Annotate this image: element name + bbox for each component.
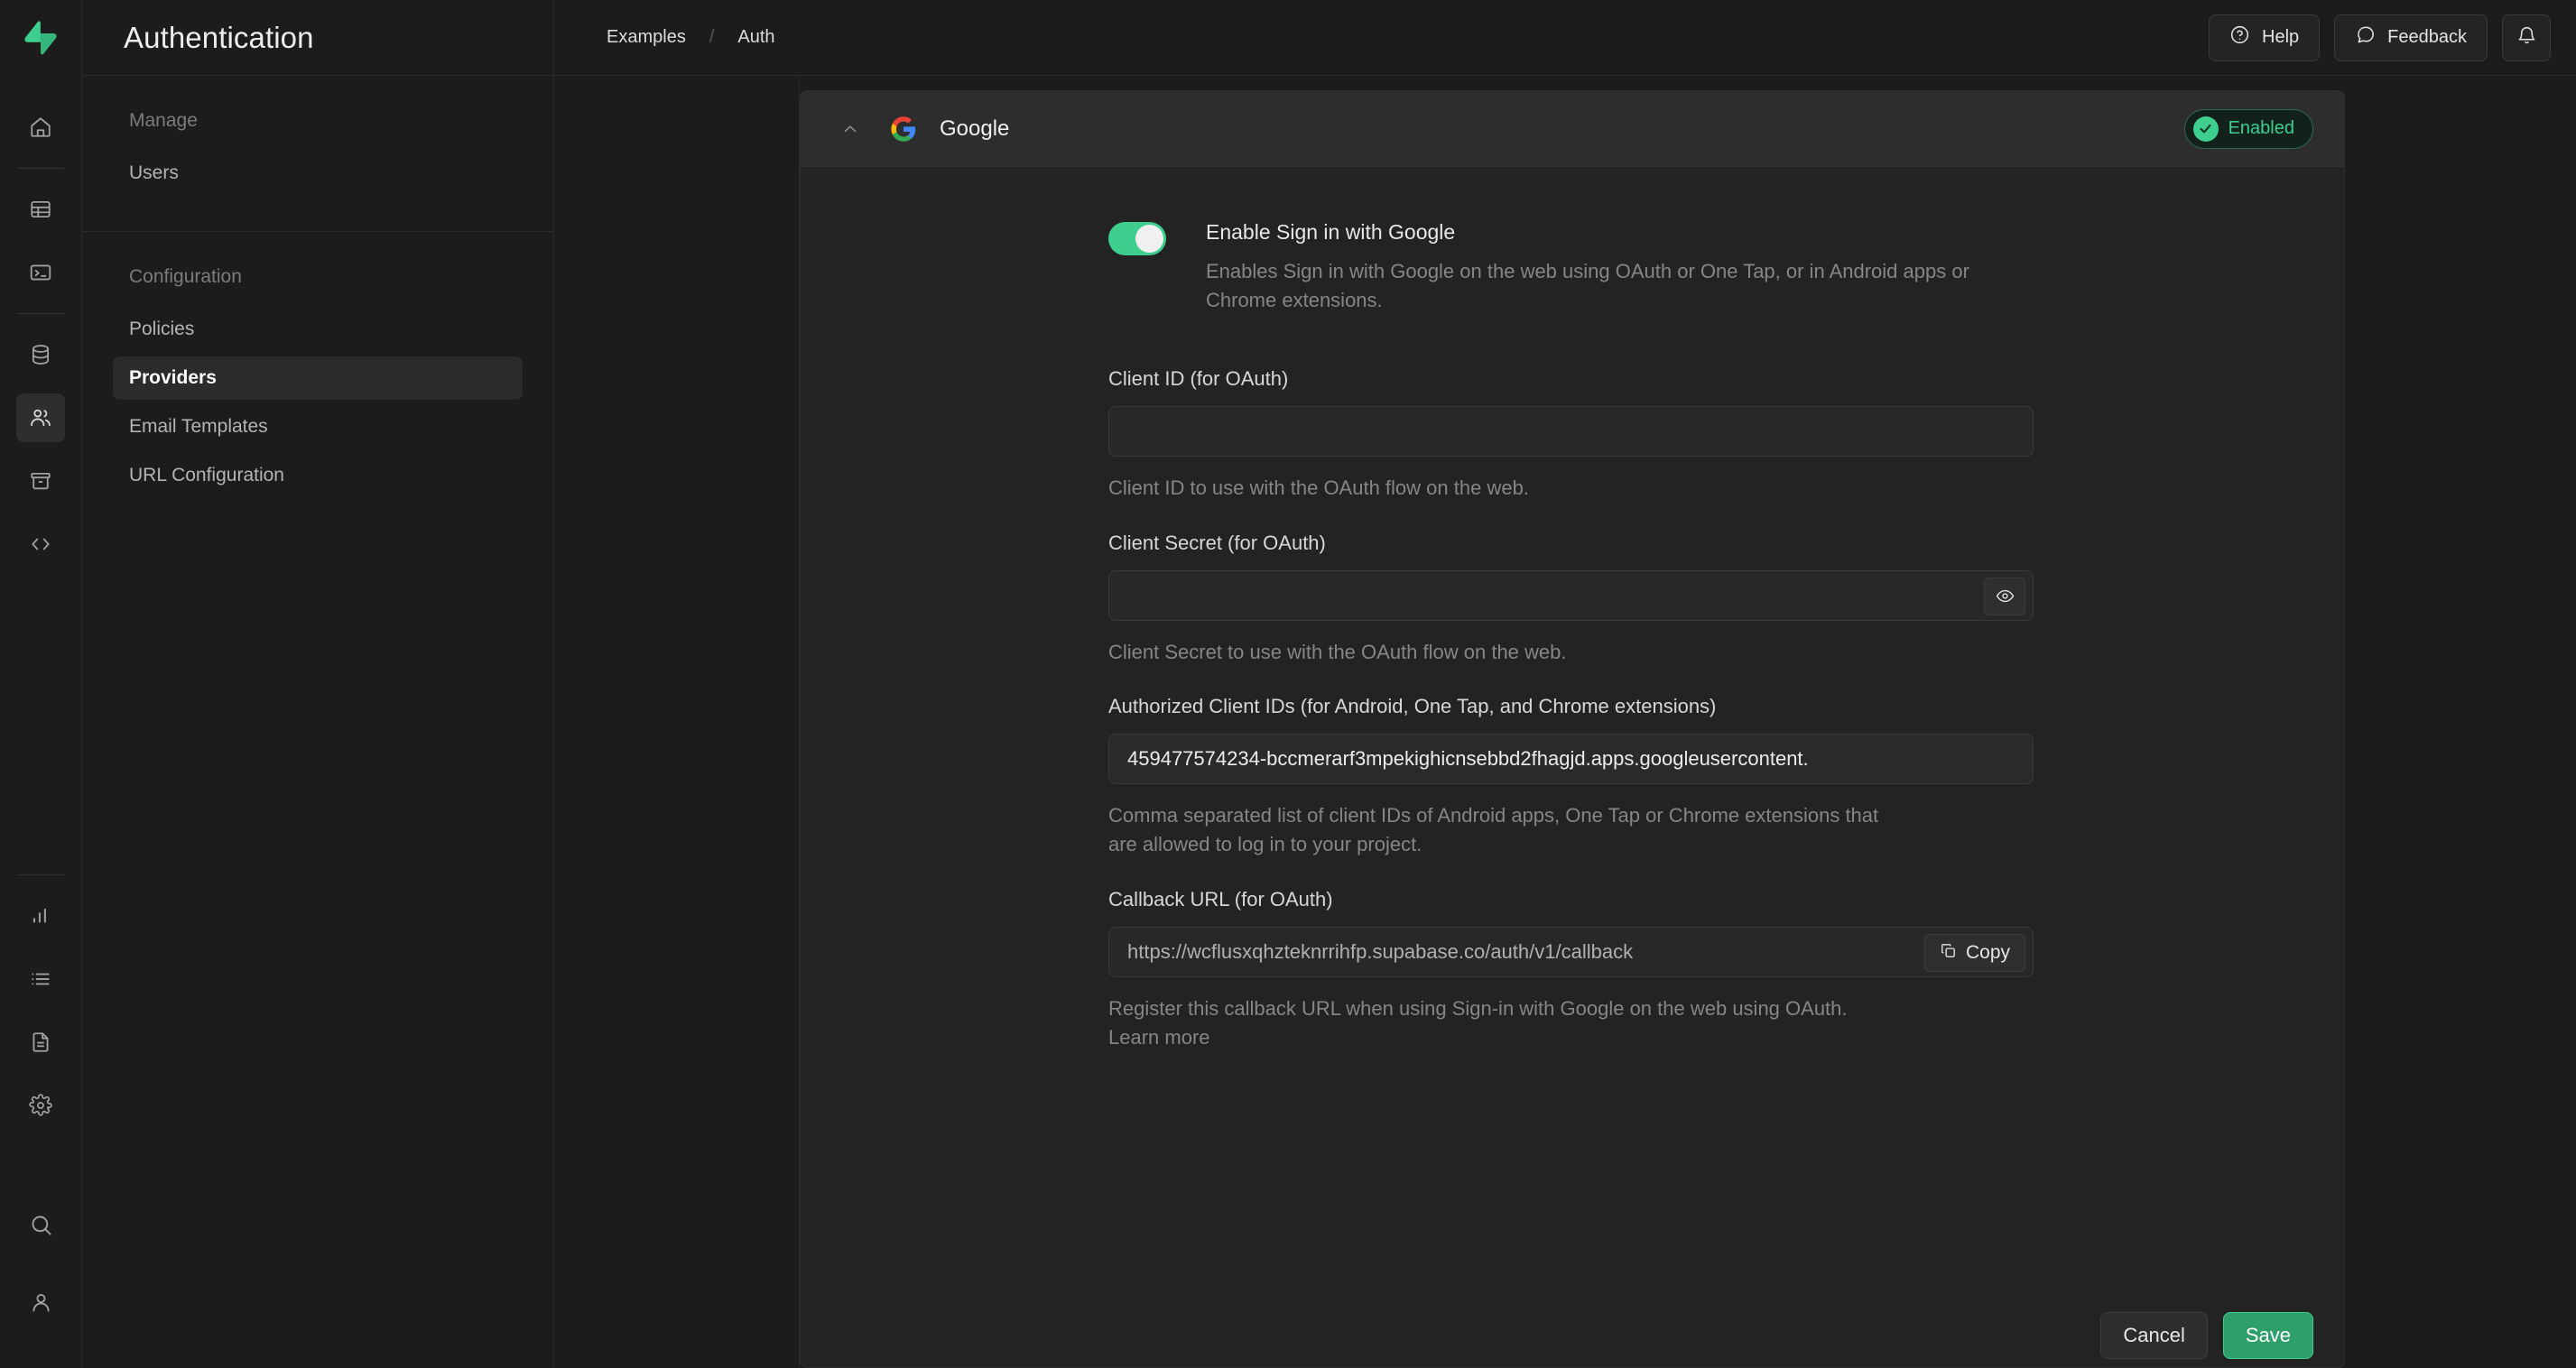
rail-secondary-items: [0, 865, 81, 1368]
enable-provider-texts: Enable Sign in with Google Enables Sign …: [1206, 219, 2000, 315]
sidebar-item-url-configuration[interactable]: URL Configuration: [113, 454, 523, 497]
chevron-up-icon[interactable]: [840, 119, 860, 139]
enable-provider-description: Enables Sign in with Google on the web u…: [1206, 259, 1969, 311]
content-gutter: [554, 76, 800, 1368]
sql-editor-icon[interactable]: [16, 248, 65, 297]
search-icon[interactable]: [16, 1200, 65, 1249]
field-client-id: Client ID (for OAuth) Client ID to use w…: [1108, 367, 2034, 503]
field-callback-url: Callback URL (for OAuth) https://wcflusx…: [1108, 888, 2034, 1052]
cancel-button[interactable]: Cancel: [2100, 1312, 2208, 1359]
reports-icon[interactable]: [16, 892, 65, 940]
sidebar-item-users[interactable]: Users: [113, 152, 523, 195]
breadcrumb-item-examples[interactable]: Examples: [607, 27, 686, 48]
enable-provider-row: Enable Sign in with Google Enables Sign …: [1108, 219, 2034, 315]
logs-icon[interactable]: [16, 955, 65, 1003]
copy-icon: [1940, 942, 1957, 965]
field-client-secret: Client Secret (for OAuth) Client Secret …: [1108, 531, 2034, 667]
field-authorized-client-ids-help: Comma separated list of client IDs of An…: [1108, 804, 1879, 856]
top-bar: Examples / Auth Help Feedback: [554, 0, 2576, 76]
field-callback-url-label: Callback URL (for OAuth): [1108, 888, 1333, 911]
authorized-client-ids-value: 459477574234-bccmerarf3mpekighicnsebbd2f…: [1127, 747, 1809, 771]
sidebar-group-label: Configuration: [129, 266, 242, 287]
icon-rail: [0, 0, 82, 1368]
sidebar-header: Authentication: [82, 0, 553, 76]
field-client-id-label: Client ID (for OAuth): [1108, 366, 1289, 390]
home-icon[interactable]: [16, 103, 65, 152]
rail-divider: [17, 874, 64, 875]
sidebar-group-configuration: Configuration Policies Providers Email T…: [82, 232, 553, 533]
provider-card-footer: Cancel Save: [801, 1304, 2344, 1367]
rail-divider: [17, 168, 64, 169]
sidebar-group-label: Manage: [129, 110, 198, 131]
breadcrumb-separator: /: [709, 27, 715, 47]
section-sidebar: Authentication Manage Users Configuratio…: [82, 0, 554, 1368]
content: Google Enabled Enable Sign in with Googl…: [800, 76, 2576, 1368]
copy-button-label: Copy: [1965, 942, 2010, 964]
content-wrapper: Google Enabled Enable Sign in with Googl…: [554, 76, 2576, 1368]
question-circle-icon: [2229, 24, 2250, 51]
supabase-logo[interactable]: [0, 0, 81, 76]
provider-card-body: Enable Sign in with Google Enables Sign …: [801, 167, 2344, 1367]
help-button-label: Help: [2262, 27, 2300, 47]
account-icon[interactable]: [16, 1278, 65, 1326]
rail-primary-items: [0, 76, 81, 576]
top-bar-actions: Help Feedback: [2209, 14, 2551, 61]
chat-bubble-icon: [2355, 24, 2376, 51]
save-button[interactable]: Save: [2222, 1312, 2313, 1359]
notifications-button[interactable]: [2502, 14, 2551, 61]
check-circle-icon: [2192, 116, 2219, 142]
status-badge: Enabled: [2183, 108, 2313, 149]
provider-name: Google: [940, 116, 1010, 141]
provider-form: Enable Sign in with Google Enables Sign …: [1108, 219, 2034, 1081]
client-id-input[interactable]: [1108, 405, 2034, 457]
feedback-button-label: Feedback: [2387, 27, 2467, 47]
table-editor-icon[interactable]: [16, 185, 65, 234]
client-secret-input[interactable]: [1108, 569, 2034, 621]
settings-icon[interactable]: [16, 1081, 65, 1130]
sidebar-group-manage: Manage Users: [82, 76, 553, 232]
sidebar-item-email-templates[interactable]: Email Templates: [113, 405, 523, 448]
callback-url-value: https://wcflusxqhzteknrrihfp.supabase.co…: [1127, 940, 1634, 964]
field-client-secret-label: Client Secret (for OAuth): [1108, 531, 1326, 554]
bell-icon: [2516, 25, 2537, 51]
authentication-icon[interactable]: [16, 393, 65, 442]
field-callback-url-help: Register this callback URL when using Si…: [1108, 997, 1848, 1049]
storage-icon[interactable]: [16, 457, 65, 505]
authorized-client-ids-input[interactable]: 459477574234-bccmerarf3mpekighicnsebbd2f…: [1108, 734, 2034, 785]
sidebar-item-policies[interactable]: Policies: [113, 308, 523, 351]
provider-card-header[interactable]: Google Enabled: [801, 91, 2344, 167]
help-button[interactable]: Help: [2209, 14, 2321, 61]
status-badge-label: Enabled: [2228, 118, 2294, 138]
google-logo-icon: [890, 116, 917, 143]
field-client-secret-help: Client Secret to use with the OAuth flow…: [1108, 640, 1567, 663]
breadcrumb-item-auth[interactable]: Auth: [737, 27, 774, 48]
app-root: Authentication Manage Users Configuratio…: [0, 0, 2576, 1368]
enable-provider-label: Enable Sign in with Google: [1206, 220, 1456, 244]
field-authorized-client-ids-label: Authorized Client IDs (for Android, One …: [1108, 695, 1717, 718]
toggle-knob: [1135, 225, 1163, 253]
enable-provider-toggle[interactable]: [1108, 222, 1166, 255]
api-docs-icon[interactable]: [16, 1018, 65, 1067]
field-client-id-help: Client ID to use with the OAuth flow on …: [1108, 476, 1529, 499]
feedback-button[interactable]: Feedback: [2334, 14, 2488, 61]
field-authorized-client-ids: Authorized Client IDs (for Android, One …: [1108, 695, 2034, 859]
sidebar-item-providers[interactable]: Providers: [113, 356, 523, 400]
copy-button[interactable]: Copy: [1923, 934, 2025, 973]
rail-divider: [17, 313, 64, 314]
eye-icon[interactable]: [1984, 577, 2025, 615]
provider-card-google: Google Enabled Enable Sign in with Googl…: [800, 90, 2345, 1368]
database-icon[interactable]: [16, 330, 65, 379]
breadcrumb: Examples / Auth: [554, 27, 775, 48]
page-title: Authentication: [124, 20, 314, 54]
edge-functions-icon[interactable]: [16, 520, 65, 568]
main-area: Examples / Auth Help Feedback Google Ena…: [554, 0, 2576, 1368]
callback-url-input[interactable]: https://wcflusxqhzteknrrihfp.supabase.co…: [1108, 927, 2034, 978]
